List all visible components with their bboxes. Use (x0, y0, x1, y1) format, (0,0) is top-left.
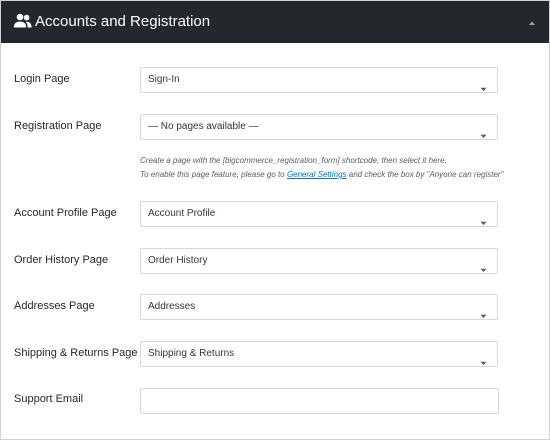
account-profile-page-value: Account Profile (148, 208, 216, 219)
help-text-before: To enable this page feature, please go t… (140, 170, 287, 179)
chevron-down-icon (480, 125, 487, 138)
addresses-page-label: Addresses Page (14, 300, 95, 312)
panel-title: Accounts and Registration (35, 13, 211, 30)
general-settings-link[interactable]: General Settings (287, 170, 347, 179)
account-profile-page-label: Account Profile Page (14, 207, 117, 219)
chevron-down-icon (480, 352, 487, 365)
shipping-returns-page-label: Shipping & Returns Page (14, 347, 138, 359)
registration-page-value: — No pages available — (148, 121, 259, 132)
support-email-input[interactable] (140, 388, 499, 414)
registration-help-line1: Create a page with the [bigcommerce_regi… (140, 156, 447, 165)
help-text-after: and check the box by "Anyone can registe… (346, 170, 504, 179)
users-icon (13, 12, 33, 30)
order-history-page-label: Order History Page (14, 254, 109, 266)
accounts-registration-panel: Accounts and Registration Login Page Sig… (0, 0, 550, 440)
registration-page-label: Registration Page (14, 120, 102, 132)
login-page-select[interactable]: Sign-In (140, 67, 498, 93)
registration-help-text: Create a page with the [bigcommerce_regi… (140, 154, 540, 182)
panel-header[interactable]: Accounts and Registration (1, 1, 549, 43)
chevron-down-icon (480, 212, 487, 225)
chevron-down-icon (480, 305, 487, 318)
registration-page-select[interactable]: — No pages available — (140, 114, 498, 140)
support-email-label: Support Email (14, 393, 84, 405)
login-page-value: Sign-In (148, 74, 180, 85)
chevron-down-icon (480, 78, 487, 91)
caret-up-icon[interactable] (527, 15, 537, 25)
login-page-label: Login Page (14, 73, 70, 85)
account-profile-page-select[interactable]: Account Profile (140, 201, 498, 227)
registration-help-line2: To enable this page feature, please go t… (140, 168, 540, 182)
order-history-page-value: Order History (148, 255, 208, 266)
shipping-returns-page-select[interactable]: Shipping & Returns (140, 341, 498, 367)
order-history-page-select[interactable]: Order History (140, 248, 498, 274)
shipping-returns-page-value: Shipping & Returns (148, 348, 235, 359)
addresses-page-select[interactable]: Addresses (140, 294, 498, 320)
addresses-page-value: Addresses (148, 301, 196, 312)
chevron-down-icon (480, 259, 487, 272)
